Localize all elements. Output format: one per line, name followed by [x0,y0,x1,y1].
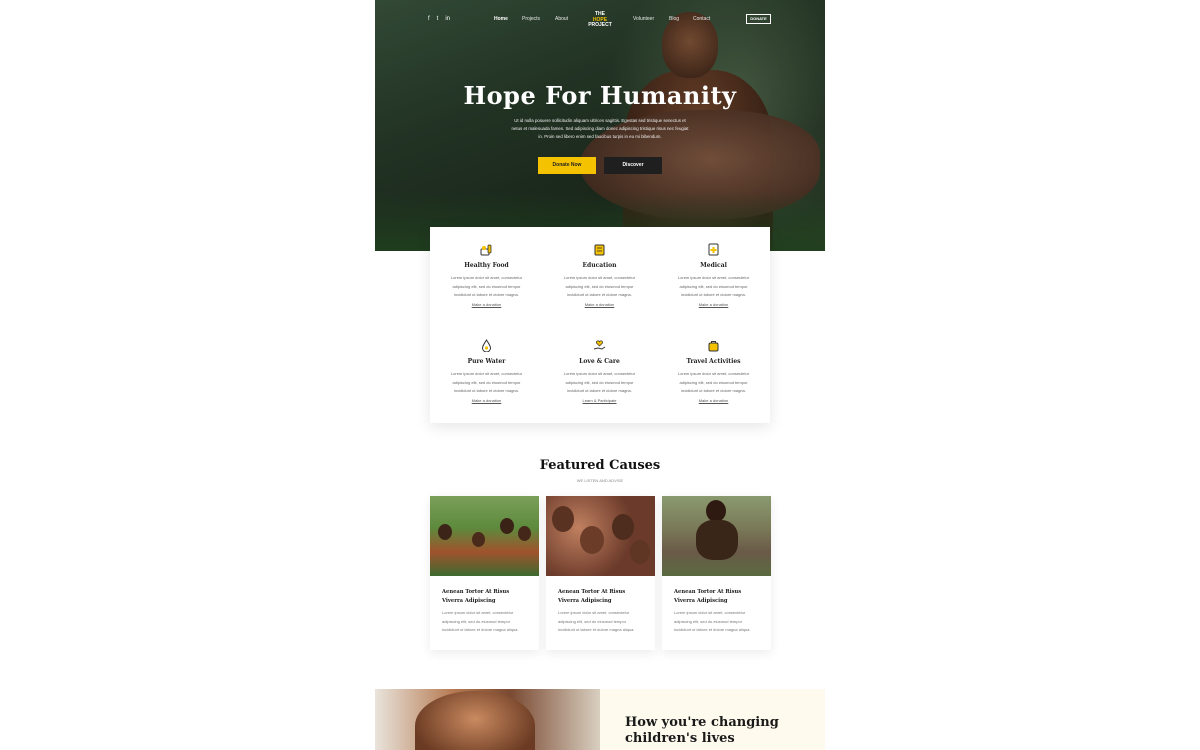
discover-button[interactable]: Discover [604,157,662,174]
service-title: Love & Care [579,358,620,365]
service-love-care: Love & Care Lorem ipsum dolor sit amet, … [543,323,656,419]
service-title: Medical [700,262,727,269]
cause-title[interactable]: Aenean Tortor At Risus Viverra Adipiscin… [674,588,764,605]
food-icon [480,243,493,256]
facebook-icon[interactable]: f [428,15,430,23]
linkedin-icon[interactable]: in [445,15,450,23]
service-description: Lorem ipsum dolor sit amet, consectetur … [450,275,523,297]
hero-description: Ut id nulla posuere sollicitudin aliquam… [511,118,689,140]
heart-hand-icon [593,339,606,352]
service-description: Lorem ipsum dolor sit amet, consectetur … [677,275,750,297]
make-donation-link[interactable]: Make a donation [657,302,770,307]
nav-donate-button[interactable]: DONATE [746,14,771,24]
book-icon [593,243,606,256]
make-donation-link[interactable]: Make a donation [430,302,543,307]
cause-description: Lorem ipsum dolor sit amet, consectetur … [674,610,751,632]
service-education: Education Lorem ipsum dolor sit amet, co… [543,227,656,323]
twitter-icon[interactable]: t [437,15,439,23]
featured-causes-subtitle: WE LISTEN AND ADVISE [576,478,624,483]
hero-title: Hope For Humanity [463,81,737,110]
donate-now-button[interactable]: Donate Now [538,157,596,174]
impact-title: How you're changing children's lives [625,715,779,746]
make-donation-link[interactable]: Make a donation [657,398,770,403]
top-nav: f t in Home Projects About Volunteer Blo… [375,10,825,30]
nav-link-volunteer[interactable]: Volunteer [633,16,654,22]
service-travel-activities: Travel Activities Lorem ipsum dolor sit … [657,323,770,419]
service-description: Lorem ipsum dolor sit amet, consectetur … [450,371,523,393]
water-drop-icon [480,339,493,353]
service-title: Healthy Food [464,262,509,269]
cause-card[interactable]: Aenean Tortor At Risus Viverra Adipiscin… [430,496,539,650]
cause-description: Lorem ipsum dolor sit amet, consectetur … [558,610,635,632]
service-description: Lorem ipsum dolor sit amet, consectetur … [563,371,636,393]
nav-link-contact[interactable]: Contact [693,16,710,22]
service-description: Lorem ipsum dolor sit amet, consectetur … [563,275,636,297]
cause-title[interactable]: Aenean Tortor At Risus Viverra Adipiscin… [558,588,648,605]
learn-participate-link[interactable]: Learn & Participate [543,398,656,403]
cause-image-smiling-children [546,496,655,576]
service-title: Pure Water [467,358,506,365]
social-links: f t in [428,15,450,23]
nav-link-blog[interactable]: Blog [669,16,679,22]
medical-icon [707,243,720,256]
cause-description: Lorem ipsum dolor sit amet, consectetur … [442,610,519,632]
service-title: Travel Activities [686,358,741,365]
service-medical: Medical Lorem ipsum dolor sit amet, cons… [657,227,770,323]
nav-link-projects[interactable]: Projects [522,16,540,22]
cause-title[interactable]: Aenean Tortor At Risus Viverra Adipiscin… [442,588,532,605]
nav-link-about[interactable]: About [555,16,568,22]
services-panel: Healthy Food Lorem ipsum dolor sit amet,… [430,227,770,423]
service-title: Education [582,262,617,269]
make-donation-link[interactable]: Make a donation [430,398,543,403]
featured-causes-title: Featured Causes [539,458,661,473]
logo-line-3: PROJECT [588,22,612,28]
service-healthy-food: Healthy Food Lorem ipsum dolor sit amet,… [430,227,543,323]
cause-card[interactable]: Aenean Tortor At Risus Viverra Adipiscin… [662,496,771,650]
make-donation-link[interactable]: Make a donation [543,302,656,307]
page: f t in Home Projects About Volunteer Blo… [375,0,825,750]
site-logo[interactable]: THE HOPE PROJECT [587,11,613,29]
children-photo [375,689,600,750]
bag-icon [707,339,720,352]
impact-panel: How you're changing children's lives [600,689,825,750]
service-description: Lorem ipsum dolor sit amet, consectetur … [677,371,750,393]
nav-link-home[interactable]: Home [494,16,508,22]
cause-image-child-outdoors [662,496,771,576]
service-pure-water: Pure Water Lorem ipsum dolor sit amet, c… [430,323,543,419]
cause-card[interactable]: Aenean Tortor At Risus Viverra Adipiscin… [546,496,655,650]
cause-image-children-field [430,496,539,576]
hero-section: f t in Home Projects About Volunteer Blo… [375,0,825,251]
